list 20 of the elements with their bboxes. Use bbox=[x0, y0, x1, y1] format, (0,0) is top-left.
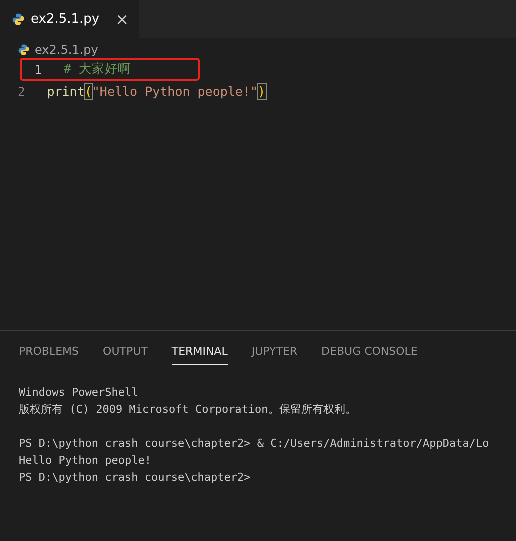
terminal-line: PS D:\python crash course\chapter2> bbox=[19, 471, 251, 484]
tab-label: ex2.5.1.py bbox=[31, 12, 100, 26]
panel-tab[interactable]: OUTPUT bbox=[103, 345, 148, 364]
line-number: 2 bbox=[18, 84, 26, 98]
code-line: print("Hello Python people!") bbox=[47, 84, 266, 99]
python-file-icon bbox=[12, 12, 25, 26]
editor-tab[interactable]: ex2.5.1.py × bbox=[0, 0, 140, 38]
terminal-line: Windows PowerShell bbox=[19, 386, 138, 399]
line-number: 1 bbox=[34, 62, 42, 76]
breadcrumb[interactable]: ex2.5.1.py bbox=[35, 42, 98, 56]
code-line: # 大家好啊 bbox=[64, 61, 132, 78]
python-file-icon bbox=[18, 44, 30, 56]
panel-tab[interactable]: DEBUG CONSOLE bbox=[322, 345, 418, 364]
panel-tab[interactable]: TERMINAL bbox=[172, 345, 228, 365]
terminal-line: PS D:\python crash course\chapter2> & C:/Users/Administrator/AppData/Lo bbox=[19, 437, 490, 450]
terminal-line: Hello Python people! bbox=[19, 454, 152, 467]
close-button[interactable]: × bbox=[116, 10, 130, 28]
panel-tab[interactable]: PROBLEMS bbox=[19, 345, 80, 364]
panel-tab[interactable]: JUPYTER bbox=[252, 345, 298, 364]
terminal-line: 版权所有 (C) 2009 Microsoft Corporation。保留所有权利。 bbox=[19, 403, 356, 416]
